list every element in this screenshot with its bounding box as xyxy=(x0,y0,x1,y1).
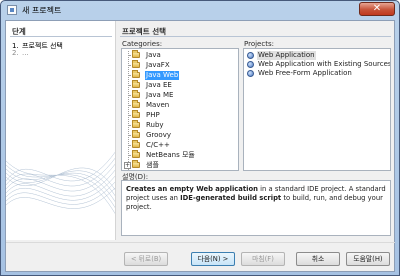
app-window-icon xyxy=(7,5,17,15)
help-button[interactable]: 도움말(H) xyxy=(346,252,390,266)
next-button[interactable]: 다음(N) > xyxy=(191,252,235,266)
cancel-button[interactable]: 취소 xyxy=(296,252,340,266)
expand-plus-icon[interactable]: + xyxy=(124,162,131,169)
category-label: 샘플 xyxy=(146,161,159,169)
category-label: Java ME xyxy=(146,91,174,99)
step-item-2: 2.... xyxy=(12,49,29,57)
folder-icon xyxy=(132,100,140,108)
folder-icon xyxy=(132,50,140,58)
folder-icon xyxy=(132,70,140,78)
title-bar[interactable]: 새 프로젝트 ✕ xyxy=(1,1,399,19)
folder-icon xyxy=(132,90,140,98)
close-button[interactable]: ✕ xyxy=(359,2,395,16)
step-number: 2. xyxy=(12,49,19,57)
description-bold-2: IDE-generated build script xyxy=(180,194,282,202)
category-label: Java xyxy=(146,51,161,59)
category-label: C/C++ xyxy=(146,141,170,149)
finish-button[interactable]: 마침(F) xyxy=(241,252,285,266)
folder-icon xyxy=(132,140,140,148)
decorative-waves-image xyxy=(6,151,115,214)
steps-divider xyxy=(10,36,112,37)
folder-icon xyxy=(132,160,140,168)
category-label: JavaFX xyxy=(146,61,170,69)
dialog-client-area: 단계 1. 프로젝트 선택 2.... 프로젝트 선택 Categories: … xyxy=(5,20,395,272)
category-label: Ruby xyxy=(146,121,164,129)
main-panel: 프로젝트 선택 Categories: Projects: Java JavaFX… xyxy=(117,21,395,240)
folder-icon xyxy=(132,130,140,138)
categories-label: Categories: xyxy=(122,40,163,48)
category-label: Groovy xyxy=(146,131,171,139)
description-box: Creates an empty Web application in a st… xyxy=(121,180,391,236)
category-label: Java Web xyxy=(145,71,180,80)
steps-panel: 단계 1. 프로젝트 선택 2.... xyxy=(6,21,116,240)
folder-icon xyxy=(132,120,140,128)
category-label: Java EE xyxy=(146,81,172,89)
projects-label: Projects: xyxy=(244,40,274,48)
projects-list[interactable]: Web Application Web Application with Exis… xyxy=(243,48,391,171)
folder-icon xyxy=(132,150,140,158)
web-project-icon xyxy=(247,61,254,68)
category-label: NetBeans 모듈 xyxy=(146,151,195,159)
category-label: Maven xyxy=(146,101,170,109)
project-label: Web Application xyxy=(257,51,316,60)
category-label: PHP xyxy=(146,111,160,119)
new-project-window: 새 프로젝트 ✕ 단계 1. 프로젝트 선택 2.... 프로젝트 선택 Cat… xyxy=(0,0,400,276)
folder-icon xyxy=(132,80,140,88)
title-divider xyxy=(120,36,391,37)
window-title: 새 프로젝트 xyxy=(22,6,62,15)
step-label: ... xyxy=(22,49,29,57)
web-project-icon xyxy=(247,52,254,59)
description-bold-1: Creates an empty Web application xyxy=(126,185,258,193)
back-button[interactable]: < 뒤로(B) xyxy=(124,252,168,266)
project-label: Web Free-Form Application xyxy=(258,69,352,77)
categories-tree[interactable]: Java JavaFX Java Web Java EE Java ME Maven PHP… xyxy=(121,48,239,171)
button-bar: < 뒤로(B) 다음(N) > 마침(F) 취소 도움말(H) xyxy=(6,242,395,272)
project-label: Web Application with Existing Sources xyxy=(258,60,391,68)
folder-icon xyxy=(132,60,140,68)
folder-icon xyxy=(132,110,140,118)
web-project-icon xyxy=(247,70,254,77)
